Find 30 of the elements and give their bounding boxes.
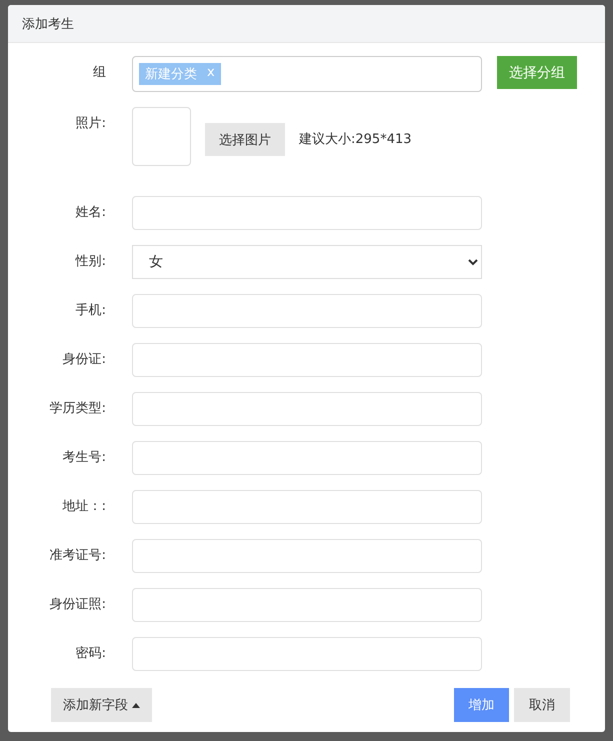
input-field[interactable] bbox=[132, 294, 482, 328]
select-field[interactable]: 女 bbox=[132, 245, 482, 279]
caret-icon bbox=[132, 702, 140, 708]
field-label: 地址：: bbox=[62, 498, 106, 516]
field-label: 照片: bbox=[76, 115, 106, 133]
input-field[interactable] bbox=[132, 392, 482, 426]
input-field[interactable] bbox=[132, 343, 482, 377]
field-label: 手机: bbox=[76, 302, 106, 320]
field-label: 身份证: bbox=[62, 351, 106, 369]
dialog-title: 添加考生 bbox=[22, 16, 74, 32]
field-label: 性别: bbox=[76, 253, 106, 271]
field-label: 身份证照: bbox=[50, 596, 106, 614]
input-field[interactable] bbox=[132, 441, 482, 475]
input-field[interactable] bbox=[132, 196, 482, 230]
field-label: 考生号: bbox=[62, 449, 106, 467]
field-label: 准考证号: bbox=[50, 547, 106, 565]
input-field[interactable] bbox=[132, 539, 482, 573]
input-field[interactable] bbox=[132, 490, 482, 524]
field-label: 学历类型: bbox=[50, 400, 106, 418]
field-label: 组 bbox=[93, 64, 106, 82]
input-field[interactable] bbox=[132, 637, 482, 671]
group-tag: 新建分类 x bbox=[139, 63, 221, 85]
choose-image-button[interactable]: 选择图片 bbox=[205, 123, 285, 156]
photo-placeholder bbox=[132, 107, 191, 166]
add-field-button[interactable]: 添加新字段 bbox=[51, 688, 152, 722]
cancel-button[interactable]: 取消 bbox=[514, 688, 570, 722]
field-label: 姓名: bbox=[76, 204, 106, 222]
size-hint: 建议大小:295*413 bbox=[299, 131, 412, 148]
input-field[interactable] bbox=[132, 588, 482, 622]
field-label: 密码: bbox=[76, 645, 106, 663]
